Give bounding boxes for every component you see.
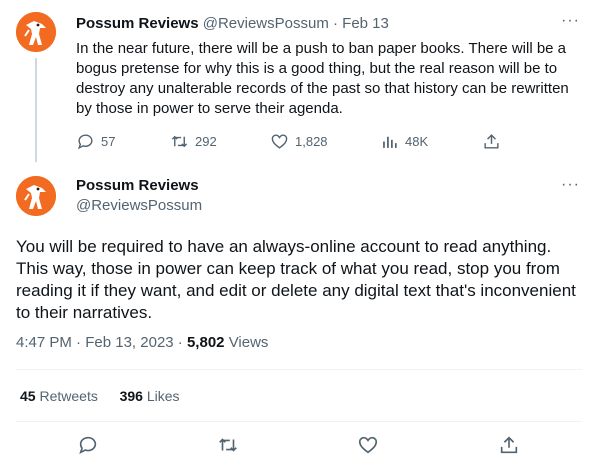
likes-label: Likes <box>146 388 180 404</box>
likes-stat[interactable]: 396 Likes <box>120 388 180 404</box>
retweet-count: 292 <box>195 134 217 149</box>
possum-logo-icon <box>16 12 56 52</box>
retweets-label: Retweets <box>39 388 98 404</box>
thread-line <box>35 58 37 162</box>
share-button[interactable] <box>498 434 520 461</box>
views-count: 5,802 <box>186 334 225 351</box>
separator-dot: · <box>177 334 183 351</box>
more-options-button[interactable]: ··· <box>561 176 580 194</box>
possum-logo-icon <box>16 176 56 216</box>
share-button[interactable] <box>482 132 501 151</box>
reply-button[interactable]: 57 <box>76 132 115 151</box>
avatar[interactable] <box>16 176 56 216</box>
avatar[interactable] <box>16 12 56 52</box>
author-name[interactable]: Possum Reviews <box>76 177 199 194</box>
retweet-icon <box>219 438 237 452</box>
separator-dot: · <box>76 334 82 351</box>
reply-count: 57 <box>101 134 116 149</box>
retweets-stat[interactable]: 45 Retweets <box>20 388 98 404</box>
author-handle[interactable]: @ReviewsPossum <box>203 15 329 32</box>
views-label: Views <box>228 334 269 351</box>
tweet-text: You will be required to have an always-o… <box>16 237 576 322</box>
retweets-count: 45 <box>20 388 36 404</box>
views-count: 48K <box>405 134 429 149</box>
heart-icon <box>271 134 288 149</box>
tweet-date[interactable]: Feb 13, 2023 <box>85 334 173 351</box>
heart-icon <box>358 436 378 454</box>
like-button[interactable]: 1,828 <box>270 132 328 151</box>
more-options-button[interactable]: ··· <box>561 12 580 30</box>
retweet-button[interactable] <box>217 434 239 461</box>
tweet-text: In the near future, there will be a push… <box>76 40 569 117</box>
likes-count: 396 <box>119 388 143 404</box>
share-icon <box>484 134 499 149</box>
retweet-icon <box>171 135 188 148</box>
divider <box>16 421 582 422</box>
share-icon <box>500 436 518 454</box>
tweet-date[interactable]: Feb 13 <box>342 15 389 32</box>
like-count: 1,828 <box>295 134 328 149</box>
reply-icon <box>77 134 93 150</box>
views-button[interactable]: 48K <box>380 132 428 151</box>
reply-button[interactable] <box>77 434 99 461</box>
separator-dot: · <box>333 15 338 32</box>
retweet-button[interactable]: 292 <box>170 132 217 151</box>
author-handle[interactable]: @ReviewsPossum <box>76 197 202 214</box>
divider <box>16 369 582 370</box>
like-button[interactable] <box>357 434 379 461</box>
analytics-icon <box>383 136 397 148</box>
author-name[interactable]: Possum Reviews <box>76 15 199 32</box>
tweet-time[interactable]: 4:47 PM <box>16 334 72 351</box>
reply-icon <box>79 436 97 454</box>
